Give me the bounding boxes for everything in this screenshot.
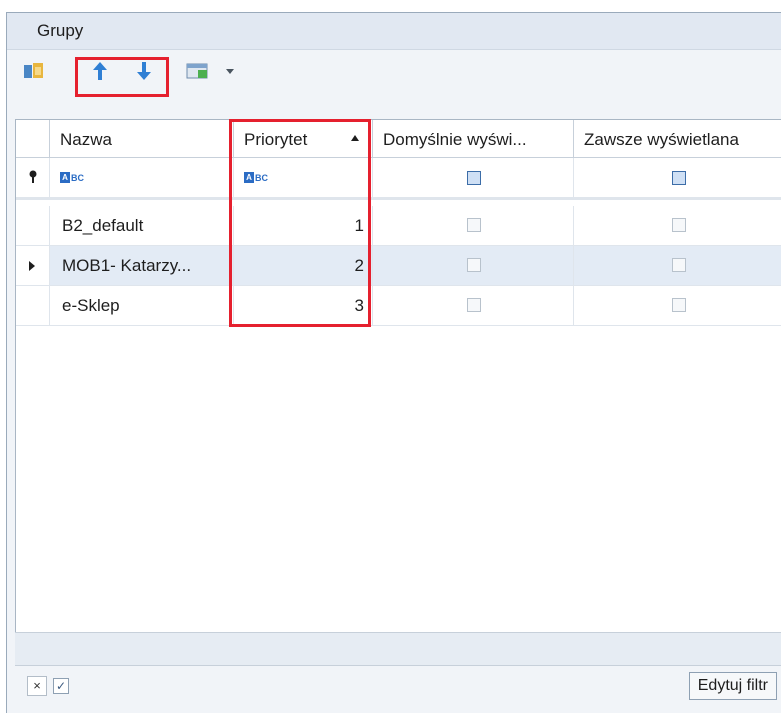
column-header-name[interactable]: Nazwa xyxy=(50,120,234,158)
cell-always[interactable] xyxy=(574,246,781,285)
groups-panel: Grupy Nazwa Priorytet Domyślnie wyświ...… xyxy=(6,12,781,713)
grid-corner xyxy=(16,120,50,158)
cell-priority[interactable]: 2 xyxy=(234,246,373,285)
cell-priority[interactable]: 3 xyxy=(234,286,373,325)
always-checkbox[interactable] xyxy=(672,258,686,272)
column-header-priority[interactable]: Priorytet xyxy=(234,120,373,158)
text-filter-icon: A BC xyxy=(60,172,84,183)
text-filter-icon: A BC xyxy=(244,172,268,183)
group-name: MOB1- Katarzy... xyxy=(62,256,192,275)
cell-default[interactable] xyxy=(373,206,574,245)
priority-value: 2 xyxy=(354,256,364,275)
panel-title: Grupy xyxy=(37,21,84,40)
cell-default[interactable] xyxy=(373,286,574,325)
priority-value: 1 xyxy=(354,216,364,235)
grid-footer xyxy=(15,632,781,666)
arrow-up-icon[interactable] xyxy=(87,58,113,84)
group-name: B2_default xyxy=(62,216,144,235)
filter-checkbox[interactable] xyxy=(672,171,686,185)
filter-row: A BC A BC xyxy=(16,158,781,200)
table-row-selected[interactable]: MOB1- Katarzy... 2 xyxy=(16,246,781,286)
default-checkbox[interactable] xyxy=(467,298,481,312)
cell-name[interactable]: B2_default xyxy=(50,206,234,245)
groups-grid: Nazwa Priorytet Domyślnie wyświ... Zawsz… xyxy=(15,119,781,703)
pin-icon xyxy=(29,170,37,183)
panel-header: Grupy xyxy=(7,13,781,49)
toolbar xyxy=(7,49,781,94)
enable-filter-checkbox[interactable]: ✓ xyxy=(53,678,69,694)
column-header-always[interactable]: Zawsze wyświetlana xyxy=(574,120,781,158)
cell-priority[interactable]: 1 xyxy=(234,206,373,245)
clear-filter-button[interactable]: × xyxy=(27,676,47,696)
filter-cell-priority[interactable]: A BC xyxy=(234,158,373,197)
dropdown-arrow-icon[interactable] xyxy=(217,58,243,84)
table-row[interactable]: B2_default 1 xyxy=(16,206,781,246)
cell-always[interactable] xyxy=(574,206,781,245)
default-checkbox[interactable] xyxy=(467,258,481,272)
priority-value: 3 xyxy=(354,296,364,315)
row-indicator xyxy=(16,246,50,285)
always-checkbox[interactable] xyxy=(672,298,686,312)
table-row[interactable]: e-Sklep 3 xyxy=(16,286,781,326)
cell-always[interactable] xyxy=(574,286,781,325)
always-checkbox[interactable] xyxy=(672,218,686,232)
filter-cell-always[interactable] xyxy=(574,158,781,197)
filter-cell-name[interactable]: A BC xyxy=(50,158,234,197)
current-row-icon xyxy=(29,261,35,271)
filter-cell-default[interactable] xyxy=(373,158,574,197)
filter-row-indicator xyxy=(16,158,50,197)
filter-panel: × ✓ Edytuj filtr xyxy=(15,665,781,706)
filter-view-icon[interactable] xyxy=(185,58,211,84)
cell-name[interactable]: e-Sklep xyxy=(50,286,234,325)
filter-checkbox[interactable] xyxy=(467,171,481,185)
arrow-down-icon[interactable] xyxy=(131,58,157,84)
groups-icon[interactable] xyxy=(21,58,47,84)
sort-ascending-icon xyxy=(351,135,359,141)
row-indicator xyxy=(16,286,50,325)
group-name: e-Sklep xyxy=(62,296,120,315)
row-indicator xyxy=(16,206,50,245)
edit-filter-button[interactable]: Edytuj filtr xyxy=(688,672,777,700)
column-header-default[interactable]: Domyślnie wyświ... xyxy=(373,120,574,158)
cell-name[interactable]: MOB1- Katarzy... xyxy=(50,246,234,285)
cell-default[interactable] xyxy=(373,246,574,285)
default-checkbox[interactable] xyxy=(467,218,481,232)
